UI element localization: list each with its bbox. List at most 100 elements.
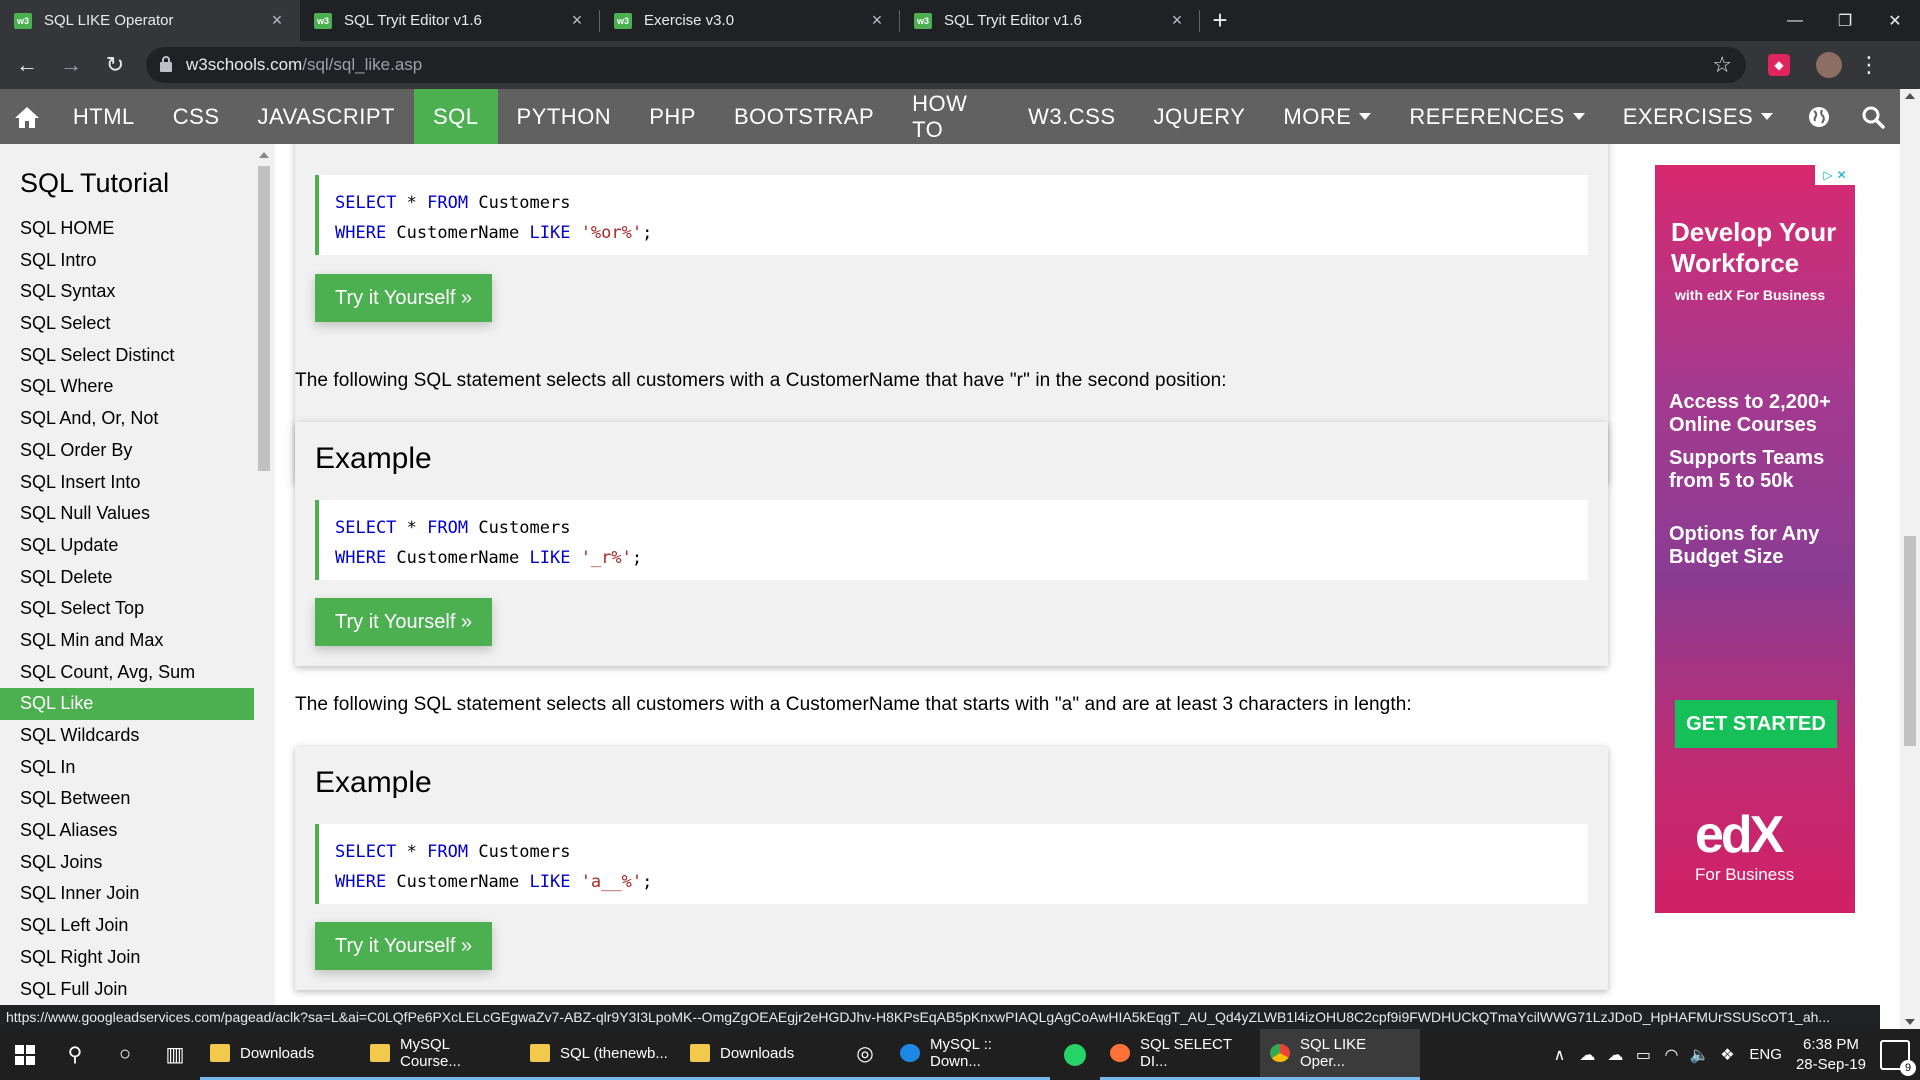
wifi-icon[interactable]: ◠ (1657, 1045, 1685, 1065)
dropbox-icon[interactable]: ❖ (1713, 1045, 1741, 1065)
sidebar-item-active[interactable]: SQL Like (0, 688, 254, 720)
browser-tab-2[interactable]: w3 SQL Tryit Editor v1.6 × (300, 0, 600, 41)
nav-how-to[interactable]: HOW TO (893, 89, 1009, 144)
browser-tab-3[interactable]: w3 Exercise v3.0 × (600, 0, 900, 41)
sidebar-item[interactable]: SQL In (0, 752, 254, 784)
nav-more[interactable]: MORE (1264, 89, 1390, 144)
sidebar-item[interactable]: SQL Wildcards (0, 720, 254, 752)
scroll-up-arrow-icon[interactable] (1905, 93, 1915, 99)
sidebar-item[interactable]: SQL Right Join (0, 942, 254, 974)
cloud-icon[interactable]: ☁ (1601, 1045, 1629, 1065)
forward-arrow-icon[interactable]: → (54, 48, 88, 82)
pocket-extension-icon[interactable]: ◆ (1768, 54, 1790, 76)
nav-w3css[interactable]: W3.CSS (1009, 89, 1134, 144)
firefox-icon (1110, 1044, 1130, 1062)
taskbar-app-mysql-course[interactable]: MySQL Course... (360, 1029, 520, 1080)
try-it-yourself-button-2[interactable]: Try it Yourself » (315, 598, 493, 646)
nav-html[interactable]: HTML (54, 89, 154, 144)
edx-advertisement[interactable]: ▷ ✕ Develop Your Workforce with edX For B… (1655, 165, 1855, 913)
whatsapp-icon[interactable] (1050, 1029, 1100, 1080)
sidebar-item[interactable]: SQL Select Top (0, 593, 254, 625)
new-tab-plus-icon[interactable]: + (1200, 0, 1240, 41)
sidebar-item[interactable]: SQL HOME (0, 213, 254, 245)
reload-icon[interactable]: ↻ (98, 48, 132, 82)
browser-tab-4[interactable]: w3 SQL Tryit Editor v1.6 × (900, 0, 1200, 41)
try-it-yourself-button-1[interactable]: Try it Yourself » (315, 274, 493, 322)
search-icon[interactable]: ⚲ (50, 1029, 100, 1080)
notification-center-icon[interactable]: 9 (1880, 1039, 1916, 1076)
sidebar-scrollbar-thumb[interactable] (258, 166, 270, 471)
sidebar-item[interactable]: SQL Joins (0, 847, 254, 879)
show-hidden-icons-icon[interactable]: ∧ (1545, 1045, 1573, 1065)
taskbar-app-chrome[interactable]: SQL LIKE Oper... (1260, 1029, 1420, 1080)
sidebar-item[interactable]: SQL Intro (0, 245, 254, 277)
windows-start-icon[interactable] (0, 1029, 50, 1080)
nav-exercises[interactable]: EXERCISES (1604, 89, 1792, 144)
sidebar-item[interactable]: SQL Null Values (0, 498, 254, 530)
sidebar-item[interactable]: SQL Left Join (0, 910, 254, 942)
address-bar[interactable]: w3schools.com/sql/sql_like.asp ☆ (146, 47, 1746, 83)
taskbar-app-downloads[interactable]: Downloads (200, 1029, 360, 1080)
taskbar-app-firefox[interactable]: SQL SELECT DI... (1100, 1029, 1260, 1080)
scroll-down-arrow-icon[interactable] (1905, 1019, 1915, 1025)
sidebar-item[interactable]: SQL Select Distinct (0, 340, 254, 372)
scroll-up-arrow-icon[interactable] (259, 152, 269, 158)
nav-php[interactable]: PHP (630, 89, 715, 144)
profile-avatar[interactable] (1816, 52, 1842, 78)
sidebar-item[interactable]: SQL Syntax (0, 276, 254, 308)
globe-icon[interactable] (1792, 89, 1846, 144)
tab-close-icon[interactable]: × (568, 10, 586, 31)
nav-bootstrap[interactable]: BOOTSTRAP (715, 89, 893, 144)
sidebar-item[interactable]: SQL Update (0, 530, 254, 562)
try-it-yourself-button-3[interactable]: Try it Yourself » (315, 922, 493, 970)
nav-javascript[interactable]: JAVASCRIPT (239, 89, 414, 144)
search-icon[interactable] (1846, 89, 1900, 144)
browser-menu-icon[interactable]: ⋮ (1858, 52, 1880, 78)
tab-close-icon[interactable]: × (268, 10, 286, 31)
minimize-icon[interactable]: — (1770, 0, 1820, 41)
language-indicator[interactable]: ENG (1749, 1046, 1782, 1063)
nav-references[interactable]: REFERENCES (1390, 89, 1603, 144)
sidebar-item[interactable]: SQL Delete (0, 562, 254, 594)
sidebar-item[interactable]: SQL Select (0, 308, 254, 340)
maximize-icon[interactable]: ❐ (1820, 0, 1870, 41)
volume-icon[interactable]: 🔈 (1685, 1045, 1713, 1065)
clock[interactable]: 6:38 PM 28-Sep-19 (1796, 1035, 1866, 1075)
page-scrollbar[interactable] (1900, 89, 1920, 1029)
browser-tab-1[interactable]: w3 SQL LIKE Operator × (0, 0, 300, 41)
sidebar-item[interactable]: SQL Count, Avg, Sum (0, 657, 254, 689)
adchoices-icon[interactable]: ▷ ✕ (1815, 165, 1855, 185)
cortana-icon[interactable]: ○ (100, 1029, 150, 1080)
taskbar-app-sql-folder[interactable]: SQL (thenewb... (520, 1029, 680, 1080)
taskbar-app-downloads-2[interactable]: Downloads (680, 1029, 840, 1080)
obs-icon[interactable]: ◎ (840, 1029, 890, 1080)
back-arrow-icon[interactable]: ← (10, 48, 44, 82)
sidebar-item[interactable]: SQL Full Join (0, 974, 254, 1006)
nav-css[interactable]: CSS (154, 89, 239, 144)
home-icon[interactable] (0, 89, 54, 144)
nav-sql[interactable]: SQL (413, 89, 498, 144)
sidebar-item[interactable]: SQL Insert Into (0, 467, 254, 499)
tab-close-icon[interactable]: × (1168, 10, 1186, 31)
ad-headline: Develop Your Workforce (1671, 217, 1837, 278)
bookmark-star-icon[interactable]: ☆ (1712, 52, 1732, 78)
sidebar-item[interactable]: SQL Min and Max (0, 625, 254, 657)
sidebar-item[interactable]: SQL Between (0, 783, 254, 815)
page-scrollbar-thumb[interactable] (1904, 536, 1916, 746)
nav-jquery[interactable]: JQUERY (1135, 89, 1265, 144)
sidebar-item[interactable]: SQL Aliases (0, 815, 254, 847)
sidebar-item[interactable]: SQL Where (0, 371, 254, 403)
sidebar-item[interactable]: SQL Order By (0, 435, 254, 467)
ad-get-started-button[interactable]: GET STARTED (1675, 700, 1837, 748)
sidebar-item[interactable]: SQL And, Or, Not (0, 403, 254, 435)
tab-close-icon[interactable]: × (868, 10, 886, 31)
sidebar-scrollbar[interactable] (256, 144, 272, 1009)
nav-python[interactable]: PYTHON (498, 89, 631, 144)
onedrive-icon[interactable]: ☁ (1573, 1045, 1601, 1065)
close-window-icon[interactable]: ✕ (1870, 0, 1920, 41)
tab-label: SQL Tryit Editor v1.6 (344, 12, 482, 29)
sidebar-item[interactable]: SQL Inner Join (0, 878, 254, 910)
task-view-icon[interactable]: ▥ (150, 1029, 200, 1080)
battery-icon[interactable]: ▭ (1629, 1045, 1657, 1065)
taskbar-app-edge[interactable]: MySQL :: Down... (890, 1029, 1050, 1080)
